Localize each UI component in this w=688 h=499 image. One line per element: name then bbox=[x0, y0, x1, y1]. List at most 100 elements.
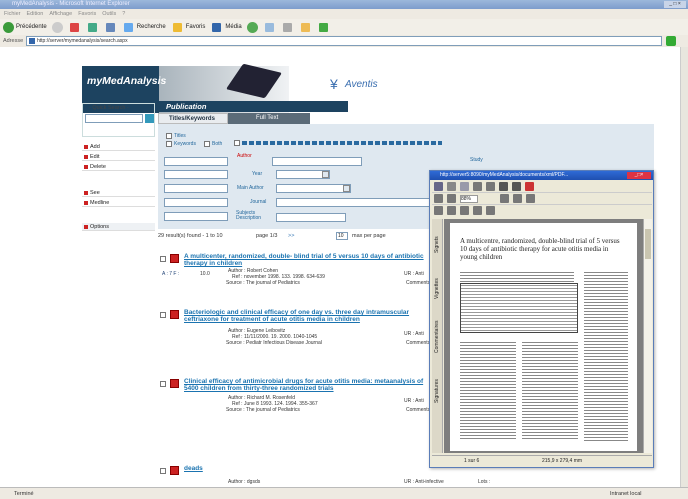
fit-width-icon[interactable] bbox=[525, 194, 535, 203]
menu-help[interactable]: ? bbox=[122, 11, 125, 17]
pdf-left-column bbox=[460, 341, 516, 441]
quick-search-go[interactable] bbox=[145, 114, 154, 123]
refresh-icon[interactable] bbox=[87, 22, 97, 32]
result-title[interactable]: Bacteriologic and clinical efficacy of o… bbox=[184, 309, 424, 323]
journal-field[interactable] bbox=[276, 198, 436, 207]
show-scores-checkbox[interactable] bbox=[234, 140, 240, 146]
text-select-icon[interactable] bbox=[486, 182, 495, 191]
save-icon[interactable] bbox=[434, 182, 443, 191]
pdf-window-title: http://server5:8090/myMedAnalysis/docume… bbox=[440, 172, 569, 178]
tab-full-text[interactable]: Full Text bbox=[228, 113, 310, 124]
forward-icon[interactable] bbox=[51, 21, 63, 33]
highlight-icon[interactable] bbox=[460, 206, 469, 215]
mail-icon[interactable] bbox=[264, 22, 274, 32]
keyword-field-1[interactable] bbox=[164, 157, 228, 166]
address-input[interactable]: http://server/mymedanalysis/search.aspx bbox=[26, 36, 662, 46]
search-button[interactable]: Recherche bbox=[122, 22, 166, 32]
both-checkbox[interactable] bbox=[204, 141, 210, 147]
author-field[interactable] bbox=[272, 157, 362, 166]
main-author-select[interactable] bbox=[276, 184, 351, 193]
result-checkbox[interactable] bbox=[160, 468, 166, 474]
result-title[interactable]: A multicenter, randomized, double- blind… bbox=[184, 253, 424, 267]
sidebar-item-options[interactable]: Options bbox=[82, 223, 155, 231]
menu-view[interactable]: Affichage bbox=[49, 11, 72, 17]
pdf-tab-thumbnails[interactable]: Vignettes bbox=[434, 261, 440, 299]
acrobat-icon[interactable] bbox=[525, 182, 534, 191]
media-button[interactable]: Média bbox=[210, 22, 242, 32]
keyword-field-3[interactable] bbox=[164, 184, 228, 193]
print-icon[interactable] bbox=[282, 22, 292, 32]
year-dropdown-icon[interactable] bbox=[322, 171, 329, 178]
email-icon[interactable] bbox=[460, 182, 469, 191]
pdf-scroll-thumb[interactable] bbox=[645, 229, 651, 259]
back-button[interactable]: Précédente bbox=[3, 21, 47, 33]
tab-titles-keywords[interactable]: Titles/Keywords bbox=[158, 113, 228, 124]
section-header: Publication bbox=[158, 101, 348, 112]
subjects-description-field[interactable] bbox=[276, 213, 346, 222]
result-checkbox[interactable] bbox=[160, 256, 166, 262]
per-page-input[interactable]: 10 bbox=[336, 232, 348, 240]
folder-icon[interactable] bbox=[300, 22, 310, 32]
result-comment: Comments bbox=[406, 407, 431, 413]
pdf-icon[interactable] bbox=[170, 379, 179, 388]
titles-checkbox[interactable] bbox=[166, 133, 172, 139]
pdf-tab-bookmarks[interactable]: Signets bbox=[434, 223, 440, 253]
text-icon[interactable] bbox=[447, 206, 456, 215]
pdf-doc-title: A multicentre, randomized, double-blind … bbox=[460, 237, 620, 261]
sidebar-item-see[interactable]: See bbox=[82, 189, 155, 197]
stop-icon[interactable] bbox=[69, 22, 79, 32]
zoom-in-icon[interactable] bbox=[499, 194, 509, 203]
keyword-field-2[interactable] bbox=[164, 170, 228, 179]
quick-search-input[interactable] bbox=[85, 114, 143, 123]
result-title[interactable]: Clinical efficacy of antimicrobial drugs… bbox=[184, 378, 424, 392]
keywords-checkbox[interactable] bbox=[166, 141, 172, 147]
sidebar-item-add[interactable]: Add bbox=[82, 143, 155, 151]
main-author-dropdown-icon[interactable] bbox=[343, 185, 350, 192]
pdf-icon[interactable] bbox=[170, 254, 179, 263]
result-title[interactable]: deads bbox=[184, 465, 424, 472]
menu-tools[interactable]: Outils bbox=[102, 11, 116, 17]
result-checkbox[interactable] bbox=[160, 381, 166, 387]
comment-icon[interactable] bbox=[434, 206, 443, 215]
home-icon[interactable] bbox=[105, 22, 115, 32]
favorites-button[interactable]: Favoris bbox=[171, 22, 205, 32]
keyword-field-5[interactable] bbox=[164, 212, 228, 221]
menu-favorites[interactable]: Favoris bbox=[78, 11, 96, 17]
pdf-page-field[interactable]: 1 sur 6 bbox=[464, 458, 479, 464]
shapes-icon[interactable] bbox=[486, 206, 495, 215]
sidebar-item-delete[interactable]: Delete bbox=[82, 163, 155, 171]
menu-edit[interactable]: Edition bbox=[27, 11, 44, 17]
menu-file[interactable]: Fichier bbox=[4, 11, 21, 17]
sidebar-item-medline[interactable]: Medline bbox=[82, 199, 155, 207]
pencil-icon[interactable] bbox=[473, 206, 482, 215]
zoom-field[interactable]: 88% bbox=[460, 195, 478, 203]
result-checkbox[interactable] bbox=[160, 312, 166, 318]
pdf-icon[interactable] bbox=[170, 466, 179, 475]
pdf-tab-comments[interactable]: Commentaires bbox=[434, 307, 440, 353]
messenger-icon[interactable] bbox=[318, 22, 328, 32]
hand-icon[interactable] bbox=[434, 194, 443, 203]
first-page-icon[interactable] bbox=[499, 182, 508, 191]
result-ur: UR : Anti-infective bbox=[404, 479, 444, 485]
keyword-field-4[interactable] bbox=[164, 198, 228, 207]
year-label: Year bbox=[252, 171, 263, 177]
print-icon[interactable] bbox=[447, 182, 456, 191]
zoom-icon[interactable] bbox=[447, 194, 456, 203]
next-page-icon[interactable] bbox=[512, 182, 521, 191]
find-icon[interactable] bbox=[473, 182, 482, 191]
pdf-scrollbar[interactable] bbox=[643, 219, 652, 453]
pdf-window-controls[interactable]: _□× bbox=[627, 172, 651, 179]
window-controls[interactable]: _ □ × bbox=[664, 1, 686, 8]
pdf-icon[interactable] bbox=[170, 310, 179, 319]
pdf-tab-signatures[interactable]: Signatures bbox=[434, 361, 440, 403]
pdf-side-panel: Signets Vignettes Commentaires Signature… bbox=[432, 219, 443, 453]
go-button[interactable] bbox=[666, 36, 676, 46]
page-scrollbar[interactable] bbox=[680, 47, 688, 487]
sidebar-item-edit[interactable]: Edit bbox=[82, 153, 155, 161]
fit-page-icon[interactable] bbox=[512, 194, 522, 203]
result-item: A multicenter, randomized, double- blind… bbox=[158, 253, 448, 293]
next-page-link[interactable]: >> bbox=[288, 233, 294, 239]
history-icon[interactable] bbox=[246, 21, 258, 33]
section-title: Publication bbox=[166, 102, 207, 111]
pdf-right-column bbox=[584, 271, 628, 441]
